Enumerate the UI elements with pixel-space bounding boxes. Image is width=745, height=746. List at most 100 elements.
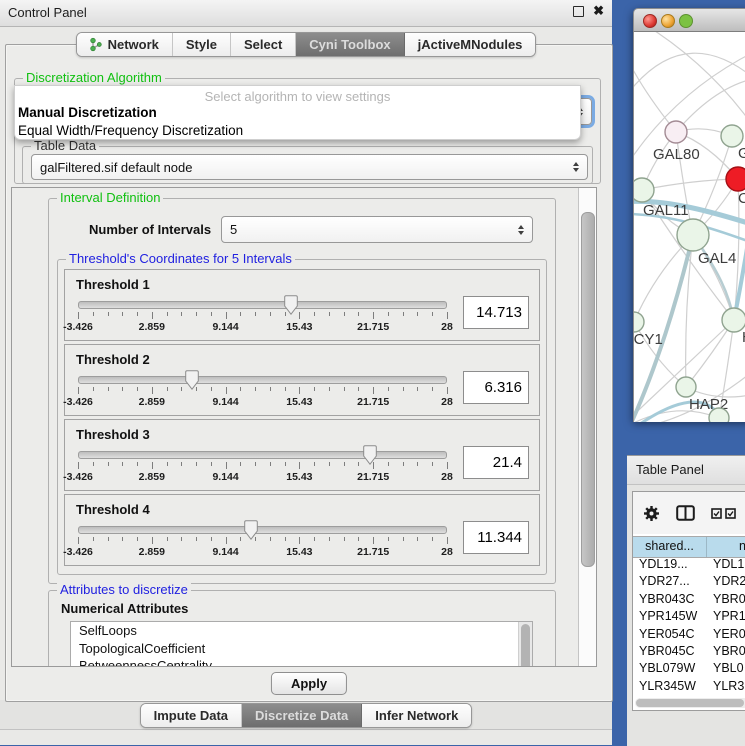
tab-infer-network[interactable]: Infer Network (362, 704, 471, 727)
table-row[interactable]: YLR345WYLR3 (633, 679, 745, 696)
tab-jactivemnodules[interactable]: jActiveMNodules (405, 33, 536, 56)
tab-impute-data[interactable]: Impute Data (141, 704, 242, 727)
cell-shared-name[interactable]: YPR145W (633, 609, 707, 626)
threshold-slider: -3.4262.8599.14415.4321.71528 (78, 370, 447, 410)
network-window-titlebar[interactable] (633, 8, 745, 32)
cell-shared-name[interactable]: YBL079W (633, 661, 707, 678)
bottom-node[interactable] (709, 408, 729, 422)
table-row[interactable]: YDL19...YDL1 (633, 557, 745, 574)
apply-button[interactable]: Apply (271, 672, 347, 695)
cell-name[interactable]: YER0 (707, 627, 745, 644)
cell-shared-name[interactable]: YDL19... (633, 557, 707, 574)
threshold-label: Threshold 3 (65, 420, 539, 442)
slider-track[interactable] (78, 526, 447, 534)
number-of-intervals-combobox[interactable]: 5 (221, 216, 533, 243)
tab-discretize-data[interactable]: Discretize Data (242, 704, 362, 727)
cell-shared-name[interactable]: YER054C (633, 627, 707, 644)
table-row[interactable]: YBR043CYBR0 (633, 592, 745, 609)
algorithm-option-manual[interactable]: Manual Discretization (15, 104, 580, 122)
attribute-item[interactable]: TopologicalCoefficient (71, 640, 532, 658)
close-icon[interactable]: ✖ (593, 5, 604, 17)
checked-checkboxes-icon[interactable] (711, 508, 736, 519)
attributes-scrollbar[interactable] (518, 622, 532, 667)
cell-name[interactable]: YBR0 (707, 644, 745, 661)
slider-tick (432, 312, 433, 316)
cell-shared-name[interactable]: YDR27... (633, 574, 707, 591)
threshold-value-field[interactable]: 11.344 (463, 521, 529, 554)
slider-thumb[interactable] (363, 445, 377, 465)
cell-shared-name[interactable]: YBR045C (633, 644, 707, 661)
cell-name[interactable]: YDL1 (707, 557, 745, 574)
slider-tick (447, 462, 448, 469)
number-of-intervals-value: 5 (230, 222, 237, 237)
slider-tick (240, 387, 241, 391)
slider-tick (314, 312, 315, 316)
gal80-node[interactable] (665, 121, 687, 143)
slider-track[interactable] (78, 301, 447, 309)
attribute-item[interactable]: SelfLoops (71, 622, 532, 640)
gear-icon[interactable] (643, 505, 660, 522)
table-row[interactable]: YBR045CYBR0 (633, 644, 745, 661)
tab-style[interactable]: Style (173, 33, 231, 56)
table-row[interactable]: YDR27...YDR2 (633, 574, 745, 591)
tab-select[interactable]: Select (231, 33, 296, 56)
slider-scale-label: 9.144 (212, 546, 238, 558)
settings-scrollbar[interactable] (578, 188, 596, 666)
gal11-node[interactable] (634, 178, 654, 202)
slider-tick (432, 387, 433, 391)
gcy1-node[interactable] (634, 312, 644, 332)
mac-minimize-button[interactable] (661, 14, 675, 28)
column-header-name[interactable]: n (707, 537, 745, 557)
threshold-value-field[interactable]: 6.316 (463, 371, 529, 404)
column-header-shared-name[interactable]: shared... (633, 537, 707, 557)
network-canvas[interactable]: GAL80G.CGAL11GAL4GCY1HHAP2 (633, 32, 745, 422)
table-data-value: galFiltered.sif default node (40, 160, 192, 175)
attribute-item[interactable]: BetweennessCentrality (71, 657, 532, 667)
slider-tick (358, 312, 359, 316)
algorithm-option-equal-width[interactable]: Equal Width/Frequency Discretization (15, 122, 580, 140)
cell-name[interactable]: YBL0 (707, 661, 745, 678)
slider-tick (78, 312, 79, 319)
cell-name[interactable]: YBR0 (707, 592, 745, 609)
table-row[interactable]: YER054CYER0 (633, 627, 745, 644)
slider-thumb[interactable] (244, 520, 258, 540)
split-columns-icon[interactable] (676, 505, 695, 521)
cell-name[interactable]: YDR2 (707, 574, 745, 591)
cell-shared-name[interactable]: YLR345W (633, 679, 707, 696)
slider-tick (196, 537, 197, 541)
slider-tick (432, 537, 433, 541)
cell-shared-name[interactable]: YBR043C (633, 592, 707, 609)
table-horizontal-scrollbar[interactable] (635, 698, 745, 708)
slider-tick (403, 387, 404, 391)
table-data-combobox[interactable]: galFiltered.sif default node (31, 154, 588, 180)
mac-zoom-button[interactable] (679, 14, 693, 28)
cell-name[interactable]: YPR1 (707, 609, 745, 626)
table-row[interactable]: YBL079WYBL0 (633, 661, 745, 678)
settings-scrollbar-thumb[interactable] (581, 212, 595, 567)
red-node[interactable] (726, 167, 745, 191)
slider-thumb[interactable] (284, 295, 298, 315)
attributes-scrollbar-thumb[interactable] (521, 624, 530, 667)
tab-network[interactable]: Network (77, 33, 173, 56)
network-edge (634, 62, 676, 132)
slider-scale-label: 21.715 (357, 396, 389, 408)
slider-track[interactable] (78, 451, 447, 459)
cell-name[interactable]: YLR3 (707, 679, 745, 696)
combo-spinner-icon (518, 225, 524, 235)
slider-scale-label: -3.426 (63, 471, 93, 483)
slider-tick (403, 537, 404, 541)
slider-track[interactable] (78, 376, 447, 384)
tab-cyni-toolbox[interactable]: Cyni Toolbox (296, 33, 404, 56)
slider-tick (108, 462, 109, 466)
mac-close-button[interactable] (643, 14, 657, 28)
table-hscrollbar-thumb[interactable] (636, 699, 744, 707)
table-row[interactable]: YPR145WYPR1 (633, 609, 745, 626)
slider-thumb[interactable] (185, 370, 199, 390)
float-window-icon[interactable] (573, 6, 584, 17)
gal4-node[interactable] (677, 219, 709, 251)
slider-tick (152, 312, 153, 319)
gal2-node[interactable] (721, 125, 743, 147)
threshold-value-field[interactable]: 14.713 (463, 296, 529, 329)
hap2-node[interactable] (676, 377, 696, 397)
threshold-value-field[interactable]: 21.4 (463, 446, 529, 479)
